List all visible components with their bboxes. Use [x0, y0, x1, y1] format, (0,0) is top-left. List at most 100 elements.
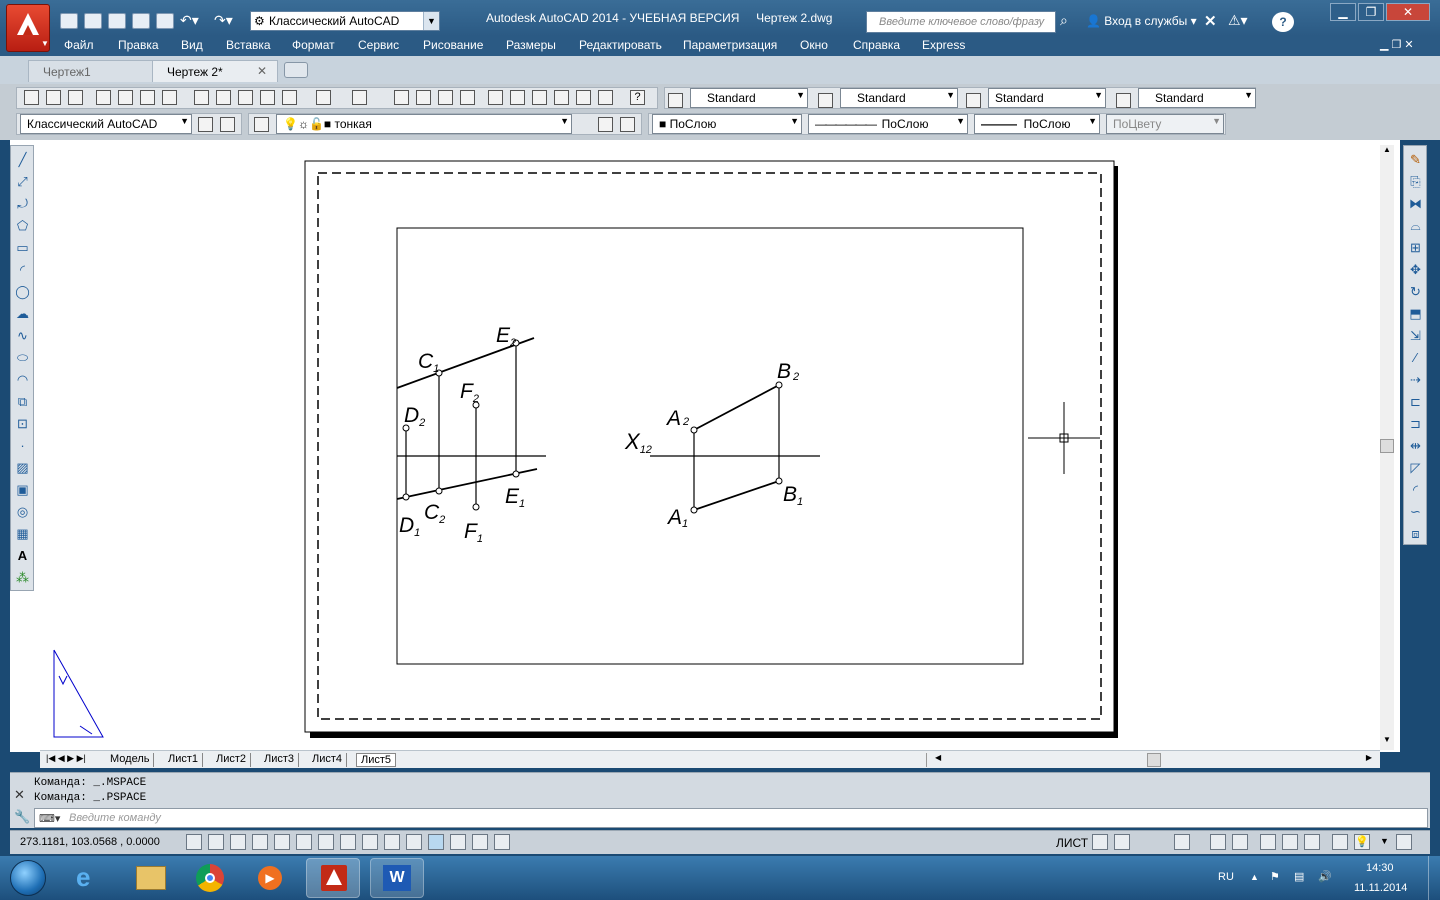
circle-icon[interactable]: ◯: [15, 284, 30, 299]
polyline-icon[interactable]: ⤾: [15, 196, 30, 211]
space-toggle[interactable]: ЛИСТ: [1056, 836, 1088, 850]
annotation-scale-icon[interactable]: [1210, 834, 1226, 850]
snap-mode-icon[interactable]: [208, 834, 224, 850]
show-desktop-button[interactable]: [1428, 856, 1440, 900]
region-icon[interactable]: ◎: [15, 504, 30, 519]
trim-icon[interactable]: ⁄: [1408, 350, 1423, 365]
fillet-icon[interactable]: ◜: [1408, 482, 1423, 497]
copy-object-icon[interactable]: ⎘: [1408, 174, 1423, 189]
close-icon[interactable]: ✕: [14, 787, 25, 803]
chamfer-icon[interactable]: ◸: [1408, 460, 1423, 475]
status-menu-icon[interactable]: ▼: [1380, 836, 1389, 846]
object-snap-tracking-icon[interactable]: [340, 834, 356, 850]
rectangle-icon[interactable]: ▭: [15, 240, 30, 255]
word-task-icon[interactable]: W: [370, 858, 424, 898]
ortho-mode-icon[interactable]: [252, 834, 268, 850]
lock-ui-icon[interactable]: [1282, 834, 1298, 850]
revcloud-icon[interactable]: ☁: [15, 306, 30, 321]
language-indicator[interactable]: RU: [1218, 871, 1234, 883]
scroll-thumb[interactable]: [1380, 439, 1394, 453]
volume-icon[interactable]: 🔊: [1318, 870, 1332, 883]
polar-tracking-icon[interactable]: [274, 834, 290, 850]
hatch-icon[interactable]: ▨: [15, 460, 30, 475]
offset-icon[interactable]: ⌓: [1408, 218, 1423, 233]
tab-model[interactable]: Модель: [106, 753, 155, 767]
tab-layout3[interactable]: Лист3: [260, 753, 300, 767]
command-input[interactable]: ⌨▾ Введите команду: [34, 808, 1428, 828]
ellipse-arc-icon[interactable]: ◠: [15, 372, 30, 387]
lightbulb-icon[interactable]: 💡: [1354, 834, 1370, 850]
point-icon[interactable]: ·: [15, 438, 30, 453]
scroll-right-icon[interactable]: ▶: [1366, 753, 1372, 762]
mtext-icon[interactable]: A: [15, 548, 30, 563]
annotation-monitor-icon[interactable]: [494, 834, 510, 850]
scale-icon[interactable]: ⬒: [1408, 306, 1423, 321]
object-snap-icon[interactable]: [296, 834, 312, 850]
3d-object-snap-icon[interactable]: [318, 834, 334, 850]
clean-screen-icon[interactable]: [1396, 834, 1412, 850]
dynamic-input-icon[interactable]: [384, 834, 400, 850]
lineweight-display-icon[interactable]: [406, 834, 422, 850]
customize-icon[interactable]: 🔧: [14, 809, 30, 825]
construction-line-icon[interactable]: ⤢: [15, 174, 30, 189]
explorer-folder-icon[interactable]: [124, 858, 178, 898]
infer-constraints-icon[interactable]: [186, 834, 202, 850]
ellipse-icon[interactable]: ⬭: [15, 350, 30, 365]
scroll-down-icon[interactable]: ▼: [1383, 735, 1391, 744]
arc-icon[interactable]: ◜: [15, 262, 30, 277]
quick-properties-icon[interactable]: [450, 834, 466, 850]
add-selected-icon[interactable]: ⁂: [15, 570, 30, 585]
network-icon[interactable]: ▤: [1294, 870, 1304, 883]
clock-date[interactable]: 11.11.2014: [1354, 882, 1407, 894]
action-center-icon[interactable]: ⚑: [1270, 870, 1280, 883]
polygon-icon[interactable]: ⬠: [15, 218, 30, 233]
break-at-point-icon[interactable]: ⊏: [1408, 394, 1423, 409]
maximize-viewport-icon[interactable]: [1174, 834, 1190, 850]
stretch-icon[interactable]: ⇲: [1408, 328, 1423, 343]
internet-explorer-icon[interactable]: e: [64, 858, 118, 898]
selection-cycling-icon[interactable]: [472, 834, 488, 850]
scroll-up-icon[interactable]: ▲: [1383, 145, 1391, 154]
scroll-left-icon[interactable]: ◀: [935, 753, 941, 762]
autocad-task-icon[interactable]: [306, 858, 360, 898]
blend-curves-icon[interactable]: ∽: [1408, 504, 1423, 519]
annotation-visibility-icon[interactable]: [1232, 834, 1248, 850]
media-player-icon[interactable]: ▶: [244, 858, 298, 898]
make-block-icon[interactable]: ⊡: [15, 416, 30, 431]
hscroll-thumb[interactable]: [1147, 753, 1161, 767]
chrome-icon[interactable]: [184, 858, 238, 898]
array-icon[interactable]: ⊞: [1408, 240, 1423, 255]
horizontal-scrollbar[interactable]: ◀ ▶: [926, 753, 1376, 767]
tab-layout2[interactable]: Лист2: [212, 753, 252, 767]
clock-time[interactable]: 14:30: [1366, 862, 1394, 874]
workspace-switching-icon[interactable]: [1260, 834, 1276, 850]
mirror-icon[interactable]: ⧓: [1408, 196, 1423, 211]
rotate-icon[interactable]: ↻: [1408, 284, 1423, 299]
move-icon[interactable]: ✥: [1408, 262, 1423, 277]
hardware-acceleration-icon[interactable]: [1304, 834, 1320, 850]
join-icon[interactable]: ⇹: [1408, 438, 1423, 453]
tab-layout5[interactable]: Лист5: [356, 753, 397, 767]
start-button[interactable]: [2, 856, 52, 900]
grid-display-icon[interactable]: [230, 834, 246, 850]
tab-layout1[interactable]: Лист1: [164, 753, 204, 767]
explode-icon[interactable]: ⧈: [1408, 526, 1423, 541]
spline-icon[interactable]: ∿: [15, 328, 30, 343]
vertical-scrollbar[interactable]: ▲ ▼: [1380, 145, 1394, 750]
transparency-icon[interactable]: [428, 834, 444, 850]
coordinates-readout[interactable]: 273.1181, 103.0568 , 0.0000: [20, 836, 160, 848]
break-icon[interactable]: ⊐: [1408, 416, 1423, 431]
application-menu-button[interactable]: ▼: [6, 4, 50, 52]
line-icon[interactable]: ╱: [15, 152, 30, 167]
show-hidden-icons[interactable]: ▲: [1250, 872, 1259, 882]
erase-icon[interactable]: ✎: [1408, 152, 1423, 167]
tab-layout4[interactable]: Лист4: [308, 753, 348, 767]
tab-nav-arrows[interactable]: |◀ ◀ ▶ ▶|: [42, 753, 90, 767]
dynamic-ucs-icon[interactable]: [362, 834, 378, 850]
extend-icon[interactable]: ⇢: [1408, 372, 1423, 387]
quick-view-drawings-icon[interactable]: [1114, 834, 1130, 850]
table-icon[interactable]: ▦: [15, 526, 30, 541]
gradient-icon[interactable]: ▣: [15, 482, 30, 497]
insert-block-icon[interactable]: ⧉: [15, 394, 30, 409]
isolate-objects-icon[interactable]: [1332, 834, 1348, 850]
